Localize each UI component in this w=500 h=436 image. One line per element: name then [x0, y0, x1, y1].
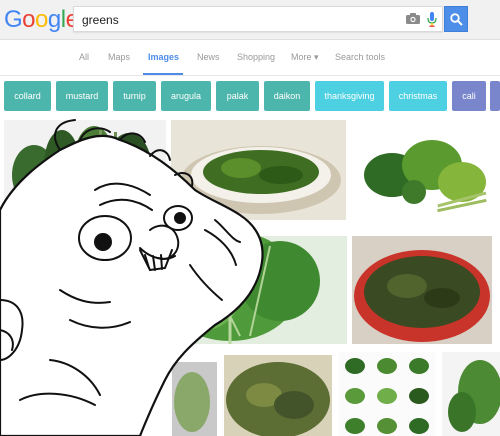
- result-image-6[interactable]: [224, 355, 332, 436]
- result-image-9[interactable]: [339, 352, 435, 436]
- search-input[interactable]: [82, 11, 382, 29]
- kale-bunch-image: [12, 126, 151, 205]
- tab-all[interactable]: All: [79, 52, 89, 62]
- search-box[interactable]: [73, 6, 443, 32]
- mic-icon[interactable]: [427, 12, 437, 27]
- logo-letter: G: [4, 6, 23, 33]
- chip-mustard[interactable]: mustard: [56, 81, 108, 111]
- tab-maps[interactable]: Maps: [108, 52, 130, 62]
- chip-turnip[interactable]: turnip: [113, 81, 156, 111]
- header-bar: Google: [0, 0, 500, 40]
- chip-christmas[interactable]: christmas: [389, 81, 447, 111]
- result-image-5[interactable]: [352, 236, 492, 344]
- chip-daikon[interactable]: daikon: [264, 81, 310, 111]
- logo-letter: g: [47, 6, 61, 33]
- chip-palak[interactable]: palak: [216, 81, 259, 111]
- leaf-edge-image: [172, 362, 217, 436]
- tab-news[interactable]: News: [197, 52, 220, 62]
- tab-more[interactable]: More ▾: [291, 52, 319, 63]
- chip-thanksgiving[interactable]: thanksgiving: [315, 81, 384, 111]
- related-search-chips: collard mustard turnip arugula palak dai…: [0, 81, 500, 113]
- bok-choy-image: [160, 236, 320, 344]
- vegetable-pile-image: [364, 140, 487, 213]
- chopped-greens-image: [226, 362, 330, 436]
- tab-search-tools[interactable]: Search tools: [335, 52, 385, 62]
- search-nav: All Maps Images News Shopping More ▾ Sea…: [0, 40, 500, 76]
- chip-collard[interactable]: collard: [4, 81, 51, 111]
- result-image-7[interactable]: [172, 362, 217, 436]
- greens-bowl-image: [181, 146, 341, 214]
- camera-icon[interactable]: [406, 13, 420, 24]
- search-button[interactable]: [444, 6, 468, 32]
- search-icon: [450, 13, 463, 26]
- greens-chart-image: [345, 358, 429, 434]
- result-image-2[interactable]: [171, 120, 346, 220]
- chip-next[interactable]: [490, 81, 500, 111]
- cooked-greens-pot-image: [354, 250, 490, 342]
- chip-arugula[interactable]: arugula: [161, 81, 211, 111]
- logo-letter: o: [22, 6, 36, 33]
- google-logo[interactable]: Google: [4, 6, 79, 34]
- tab-shopping[interactable]: Shopping: [237, 52, 275, 62]
- result-image-3[interactable]: [352, 120, 492, 224]
- leaves-right-image: [448, 360, 500, 432]
- tab-images[interactable]: Images: [148, 52, 179, 62]
- chip-cali[interactable]: cali: [452, 81, 486, 111]
- active-tab-indicator: [143, 73, 183, 75]
- result-image-1[interactable]: [4, 120, 166, 212]
- result-image-10[interactable]: [442, 352, 500, 436]
- result-image-4[interactable]: [120, 236, 347, 344]
- logo-letter: o: [35, 6, 48, 33]
